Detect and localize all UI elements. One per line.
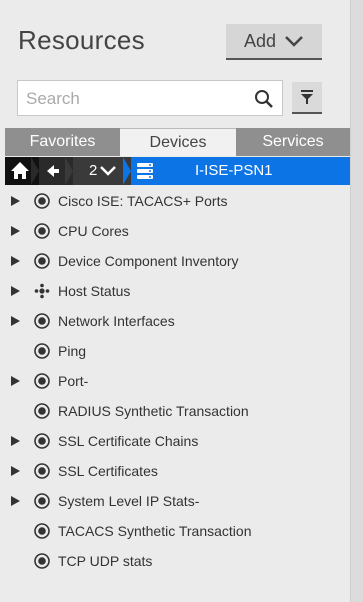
expand-triangle-icon[interactable] xyxy=(11,496,20,506)
tab-favorites[interactable]: Favorites xyxy=(5,128,120,156)
add-button[interactable]: Add xyxy=(226,24,322,60)
tree-item-label: RADIUS Synthetic Transaction xyxy=(58,403,249,419)
expand-triangle-icon[interactable] xyxy=(11,376,20,386)
tree-item-label: Host Status xyxy=(58,283,131,299)
resources-panel: Resources Add Favorites Devices Services xyxy=(0,0,350,602)
tab-label: Devices xyxy=(149,133,207,151)
tree-item[interactable]: System Level IP Stats- xyxy=(0,486,350,516)
tree-item-label: System Level IP Stats- xyxy=(58,493,200,509)
radio-target-icon xyxy=(34,523,50,539)
tree-item[interactable]: Network Interfaces xyxy=(0,306,350,336)
radio-target-icon xyxy=(34,343,50,359)
scrollbar[interactable] xyxy=(350,0,363,602)
radio-target-icon xyxy=(34,193,50,209)
breadcrumb-back[interactable] xyxy=(39,157,73,185)
radio-target-icon xyxy=(34,433,50,449)
tree-item-label: TACACS Synthetic Transaction xyxy=(58,523,252,539)
expand-triangle-icon[interactable] xyxy=(11,436,20,446)
radio-target-icon xyxy=(34,553,50,569)
radio-target-icon xyxy=(34,493,50,509)
radio-target-icon xyxy=(34,373,50,389)
arrow-left-icon xyxy=(47,157,73,185)
radio-target-icon xyxy=(34,403,50,419)
tree-item[interactable]: Device Component Inventory xyxy=(0,246,350,276)
radio-target-icon xyxy=(34,313,50,329)
breadcrumb-home[interactable] xyxy=(5,157,39,185)
filter-button[interactable] xyxy=(292,82,322,114)
filter-icon xyxy=(301,90,313,104)
tree-item[interactable]: TACACS Synthetic Transaction xyxy=(0,516,350,546)
tab-label: Services xyxy=(262,133,324,150)
tree-item-label: Port- xyxy=(58,373,89,389)
tree-item-label: Device Component Inventory xyxy=(58,253,239,269)
search-input[interactable] xyxy=(24,81,248,117)
breadcrumb-level-dropdown[interactable]: 2 xyxy=(73,157,131,185)
home-icon xyxy=(11,157,39,185)
tree-item-label: SSL Certificates xyxy=(58,463,158,479)
radio-target-icon xyxy=(34,463,50,479)
tab-devices[interactable]: Devices xyxy=(120,128,236,156)
chevron-down-icon xyxy=(285,36,303,47)
tab-label: Favorites xyxy=(29,133,96,150)
tree-item-label: Cisco ISE: TACACS+ Ports xyxy=(58,193,228,209)
tab-bar: Favorites Devices Services xyxy=(5,128,350,156)
tree-item[interactable]: Port- xyxy=(0,366,350,396)
search-box xyxy=(17,80,283,117)
tree-item-label: CPU Cores xyxy=(58,223,129,239)
tree-item-label: TCP UDP stats xyxy=(58,553,153,569)
page-title: Resources xyxy=(18,25,145,55)
tree-item[interactable]: Host Status xyxy=(0,276,350,306)
radio-target-icon xyxy=(34,223,50,239)
tree-item-label: Network Interfaces xyxy=(58,313,175,329)
tree-item[interactable]: RADIUS Synthetic Transaction xyxy=(0,396,350,426)
network-cluster-icon xyxy=(34,283,50,299)
search-icon[interactable] xyxy=(254,89,274,109)
expand-triangle-icon[interactable] xyxy=(11,466,20,476)
device-server-icon xyxy=(137,163,153,179)
tree-item[interactable]: SSL Certificate Chains xyxy=(0,426,350,456)
tree-item[interactable]: Cisco ISE: TACACS+ Ports xyxy=(0,186,350,216)
chevron-down-icon xyxy=(100,157,131,185)
tree-item[interactable]: SSL Certificates xyxy=(0,456,350,486)
add-button-label: Add xyxy=(243,30,277,51)
expand-triangle-icon[interactable] xyxy=(11,286,20,296)
tree-item-label: SSL Certificate Chains xyxy=(58,433,199,449)
breadcrumb-current-node[interactable]: I-ISE-PSN1 xyxy=(195,162,273,179)
device-resource-tree: Cisco ISE: TACACS+ Ports CPU Cores Device … xyxy=(0,186,350,576)
tree-item[interactable]: CPU Cores xyxy=(0,216,350,246)
breadcrumb: 2 I-ISE-PSN1 xyxy=(5,157,350,185)
tab-services[interactable]: Services xyxy=(236,128,350,156)
tree-item[interactable]: Ping xyxy=(0,336,350,366)
expand-triangle-icon[interactable] xyxy=(11,316,20,326)
expand-triangle-icon[interactable] xyxy=(11,196,20,206)
tree-item[interactable]: TCP UDP stats xyxy=(0,546,350,576)
radio-target-icon xyxy=(34,253,50,269)
tree-item-label: Ping xyxy=(58,343,87,359)
expand-triangle-icon[interactable] xyxy=(11,256,20,266)
expand-triangle-icon[interactable] xyxy=(11,226,20,236)
